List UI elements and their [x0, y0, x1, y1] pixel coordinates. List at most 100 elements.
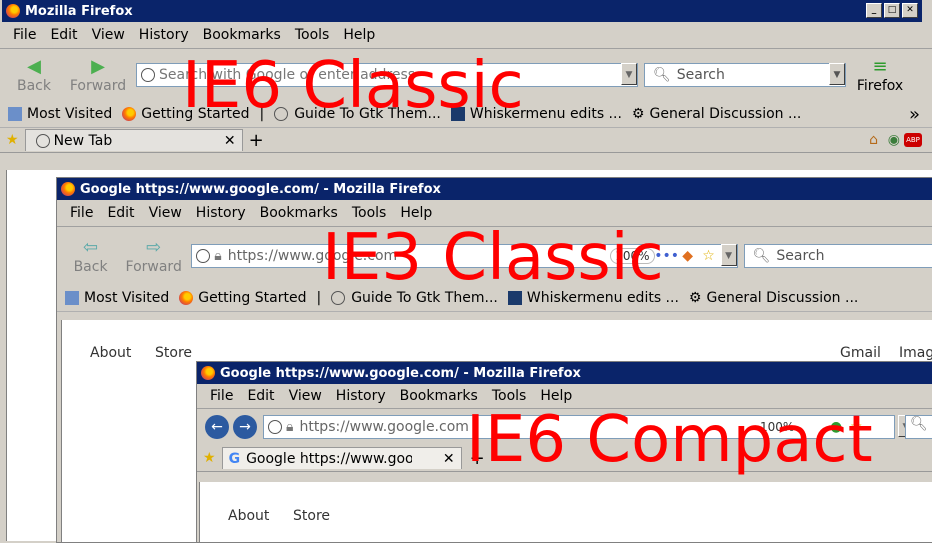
bookmark-getting-started[interactable]: Getting Started [122, 106, 249, 122]
firefox-icon [61, 182, 75, 196]
zoom-level[interactable]: 100% [760, 420, 794, 434]
forward-label: Forward [69, 78, 127, 94]
zoom-level[interactable]: 100% [610, 248, 655, 264]
window-ie6-compact: Google https://www.google.com/ - Mozilla… [196, 361, 932, 543]
address-url: https://www.google.com [299, 419, 469, 435]
home-icon[interactable]: ⌂ [869, 132, 878, 148]
menu-bookmarks[interactable]: Bookmarks [196, 27, 288, 43]
menu-tools[interactable]: Tools [345, 205, 394, 221]
menu-bar: File Edit View History Bookmarks Tools H… [0, 22, 932, 49]
menu-bookmarks[interactable]: Bookmarks [393, 388, 485, 404]
star-icon[interactable]: ★ [6, 132, 19, 148]
bookmark-most-visited[interactable]: Most Visited [8, 106, 112, 122]
bookmark-label: Most Visited [84, 290, 170, 306]
folder-icon [8, 107, 22, 121]
menu-edit[interactable]: Edit [43, 27, 84, 43]
menu-help[interactable]: Help [336, 27, 382, 43]
menu-view[interactable]: View [282, 388, 329, 404]
address-bar[interactable]: Search with Google or enter address ▼ [136, 63, 638, 87]
navigation-toolbar: ⇦ Back ⇨ Forward 🔒︎ https://www.google.c… [57, 227, 932, 285]
menu-edit[interactable]: Edit [240, 388, 281, 404]
bookmark-whiskermenu[interactable]: Whiskermenu edits ... [450, 106, 622, 122]
bookmark-most-visited[interactable]: Most Visited [65, 290, 169, 306]
bookmark-label: Getting Started [198, 290, 307, 306]
title-bar: Mozilla Firefox _ □ ✕ [2, 0, 922, 22]
link-store[interactable]: Store [293, 508, 330, 524]
firefox-icon [201, 366, 215, 380]
menu-history[interactable]: History [329, 388, 393, 404]
menu-file[interactable]: File [63, 205, 100, 221]
lock-icon: 🔒︎ [214, 248, 222, 264]
tab-bar: ★ New Tab ✕ + ⌂ ◉ ABP [0, 128, 932, 153]
more-actions-icon[interactable]: ••• [654, 248, 679, 264]
back-button[interactable]: ◀ Back [2, 56, 66, 94]
new-tab-button[interactable]: + [470, 448, 485, 469]
shield-icon[interactable]: ● [830, 419, 842, 435]
menu-bar: File Edit View History Bookmarks Tools H… [57, 200, 932, 227]
tab-close-icon[interactable]: ✕ [443, 451, 455, 467]
bookmark-getting-started[interactable]: Getting Started [179, 290, 306, 306]
globe-icon [331, 291, 346, 305]
forward-button[interactable]: → [233, 415, 257, 439]
bookmark-general-discussion[interactable]: ⚙ General Discussion ... [689, 290, 858, 306]
xfce-icon [507, 291, 522, 305]
link-gmail[interactable]: Gmail [840, 345, 881, 361]
abp-icon[interactable]: ABP [904, 133, 922, 147]
menu-help[interactable]: Help [393, 205, 439, 221]
address-bar[interactable]: 🔒︎ https://www.google.com 100% ● ☆ ▼ [263, 415, 914, 439]
firefox-icon [122, 107, 137, 121]
search-dropdown-button[interactable]: ▼ [829, 63, 845, 85]
tab-google[interactable]: G Google https://www.google.com/ ✕ [221, 447, 462, 469]
back-button[interactable]: ← [205, 415, 229, 439]
link-images[interactable]: Images [899, 345, 932, 361]
tab-new-tab[interactable]: New Tab ✕ [24, 129, 243, 151]
forward-button[interactable]: ▶ Forward [66, 56, 130, 94]
page-content: About Store [199, 482, 932, 542]
bookmark-label: Getting Started [141, 106, 250, 122]
maximize-button[interactable]: □ [884, 3, 900, 18]
window-title: Google https://www.google.com/ - Mozilla… [220, 365, 581, 381]
menu-file[interactable]: File [203, 388, 240, 404]
bookmark-general-discussion[interactable]: ⚙ General Discussion ... [632, 106, 801, 122]
chevron-overflow-icon[interactable]: » [909, 104, 920, 125]
search-box[interactable]: 🔍︎ [905, 415, 932, 439]
menu-tools[interactable]: Tools [288, 27, 337, 43]
search-box[interactable]: 🔍︎ Search [743, 244, 932, 268]
menu-bookmarks[interactable]: Bookmarks [253, 205, 345, 221]
menu-file[interactable]: File [6, 27, 43, 43]
link-about[interactable]: About [90, 345, 131, 361]
bookmark-star-icon[interactable]: ☆ [850, 419, 863, 435]
back-button[interactable]: ⇦ Back [59, 237, 122, 275]
tab-close-icon[interactable]: ✕ [224, 133, 236, 149]
address-placeholder: Search with Google or enter address [159, 67, 416, 83]
bookmark-gtk-guide[interactable]: Guide To Gtk Them... [274, 106, 441, 122]
star-icon[interactable]: ★ [203, 450, 216, 466]
addon-icon[interactable]: ◉ [888, 132, 900, 148]
menu-tools[interactable]: Tools [485, 388, 534, 404]
address-bar[interactable]: 🔒︎ https://www.google.com 100% ••• ◆ ☆ ▼ [191, 244, 738, 268]
title-bar: Google https://www.google.com/ - Mozilla… [57, 178, 932, 200]
menu-history[interactable]: History [132, 27, 196, 43]
close-button[interactable]: ✕ [902, 3, 918, 18]
menu-history[interactable]: History [189, 205, 253, 221]
navigation-toolbar: ◀ Back ▶ Forward Search with Google or e… [0, 49, 932, 101]
bookmark-whiskermenu[interactable]: Whiskermenu edits ... [507, 290, 679, 306]
address-dropdown-button[interactable]: ▼ [621, 63, 637, 85]
window-title: Google https://www.google.com/ - Mozilla… [80, 181, 441, 197]
menu-view[interactable]: View [142, 205, 189, 221]
bookmark-gtk-guide[interactable]: Guide To Gtk Them... [331, 290, 498, 306]
menu-help[interactable]: Help [533, 388, 579, 404]
search-box[interactable]: 🔍︎ Search ▼ [644, 63, 846, 87]
menu-edit[interactable]: Edit [100, 205, 141, 221]
bookmark-star-icon[interactable]: ☆ [702, 248, 715, 264]
new-tab-button[interactable]: + [249, 130, 264, 151]
firefox-menu-button[interactable]: ≡ Firefox [850, 56, 910, 94]
minimize-button[interactable]: _ [866, 3, 882, 18]
pocket-icon[interactable]: ◆ [682, 248, 693, 264]
link-about[interactable]: About [228, 508, 269, 524]
tab-label: Google https://www.google.com/ [246, 450, 412, 467]
link-store[interactable]: Store [155, 345, 192, 361]
menu-view[interactable]: View [85, 27, 132, 43]
address-dropdown-button[interactable]: ▼ [720, 244, 737, 266]
forward-button[interactable]: ⇨ Forward [122, 237, 185, 275]
